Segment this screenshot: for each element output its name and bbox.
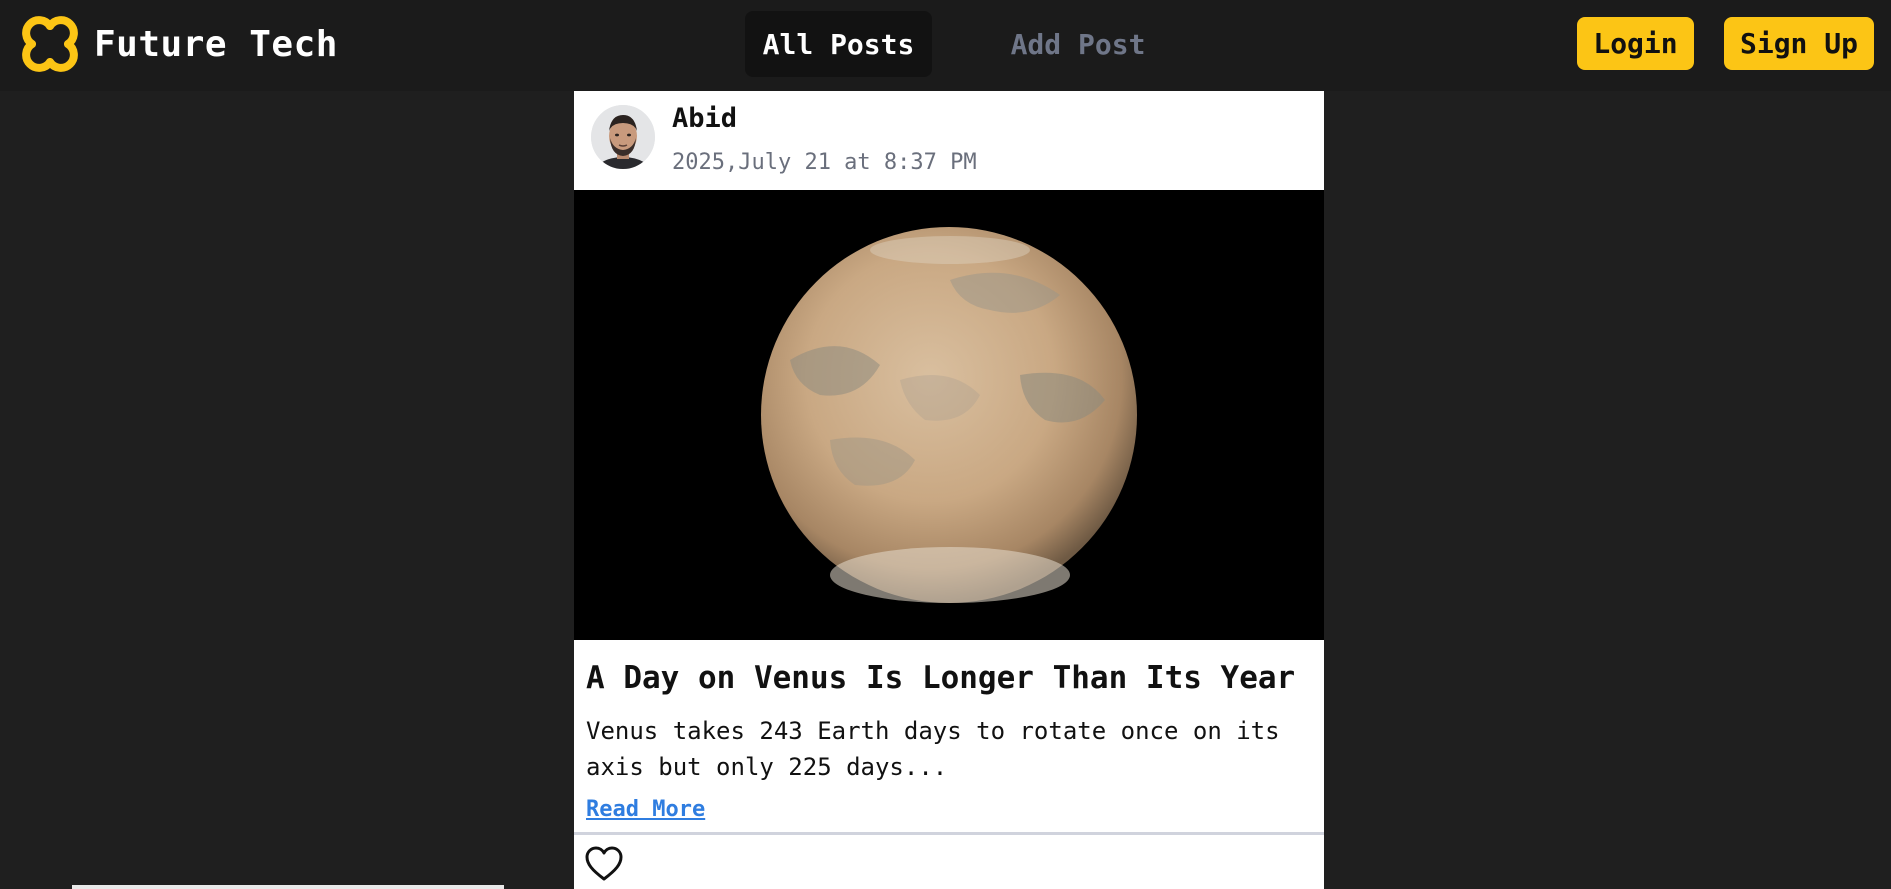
top-navbar: Future Tech All Posts Add Post Login Sig…: [0, 0, 1891, 91]
post-card: Abid 2025,July 21 at 8:37 PM A Day on Ve…: [574, 91, 1324, 889]
tab-add-post[interactable]: Add Post: [990, 11, 1166, 77]
sign-up-button[interactable]: Sign Up: [1724, 17, 1874, 70]
read-more-link[interactable]: Read More: [586, 797, 705, 822]
partial-card-edge: [72, 885, 504, 889]
card-divider: [574, 832, 1324, 835]
post-date: 2025,July 21 at 8:37 PM: [672, 150, 977, 175]
image-frame: [650, 190, 1249, 640]
author-name[interactable]: Abid: [672, 103, 737, 134]
post-image[interactable]: [574, 190, 1324, 640]
heart-outline-icon: [585, 846, 623, 881]
post-title[interactable]: A Day on Venus Is Longer Than Its Year: [586, 660, 1295, 696]
brand[interactable]: Future Tech: [22, 16, 338, 72]
planet-image: [761, 227, 1137, 603]
tab-all-posts[interactable]: All Posts: [745, 11, 932, 77]
like-button[interactable]: [584, 845, 624, 883]
avatar-portrait: [591, 105, 655, 169]
post-excerpt: Venus takes 243 Earth days to rotate onc…: [586, 717, 1280, 781]
brand-name: Future Tech: [94, 23, 338, 65]
login-button[interactable]: Login: [1577, 17, 1694, 70]
author-avatar[interactable]: [591, 105, 655, 169]
brand-logo-icon: [22, 16, 78, 72]
post-header: Abid 2025,July 21 at 8:37 PM: [574, 91, 1324, 190]
